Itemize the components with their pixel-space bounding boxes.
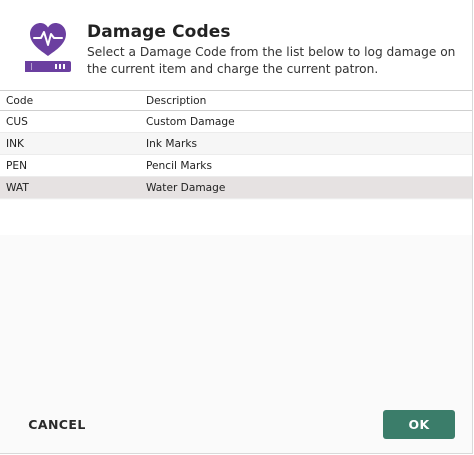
row-description: Water Damage — [146, 181, 226, 194]
column-header-code[interactable]: Code — [0, 95, 146, 107]
row-code: WAT — [6, 181, 29, 194]
column-header-description[interactable]: Description — [146, 95, 472, 107]
row-description: Ink Marks — [146, 137, 197, 150]
table-row[interactable]: CUS Custom Damage — [0, 111, 472, 133]
dialog-title: Damage Codes — [87, 22, 231, 42]
cancel-button[interactable]: CANCEL — [20, 409, 94, 439]
damage-codes-dialog: Damage Codes Select a Damage Code from t… — [0, 0, 473, 454]
table-header: Code Description — [0, 90, 472, 111]
row-code: PEN — [6, 159, 28, 172]
table-row[interactable]: INK Ink Marks — [0, 133, 472, 155]
damage-codes-table: Code Description CUS Custom Damage INK I… — [0, 90, 472, 199]
table-row[interactable]: PEN Pencil Marks — [0, 155, 472, 177]
dialog-header: Damage Codes Select a Damage Code from t… — [0, 0, 472, 90]
row-code: CUS — [6, 115, 28, 128]
table-empty-area — [0, 200, 472, 235]
dialog-subtitle: Select a Damage Code from the list below… — [87, 45, 456, 76]
row-description: Custom Damage — [146, 115, 235, 128]
ok-button[interactable]: OK — [383, 410, 455, 439]
row-code: INK — [6, 137, 24, 150]
table-row-selected[interactable]: WAT Water Damage — [0, 177, 472, 199]
heart-monitor-book-icon — [25, 23, 71, 72]
row-description: Pencil Marks — [146, 159, 212, 172]
